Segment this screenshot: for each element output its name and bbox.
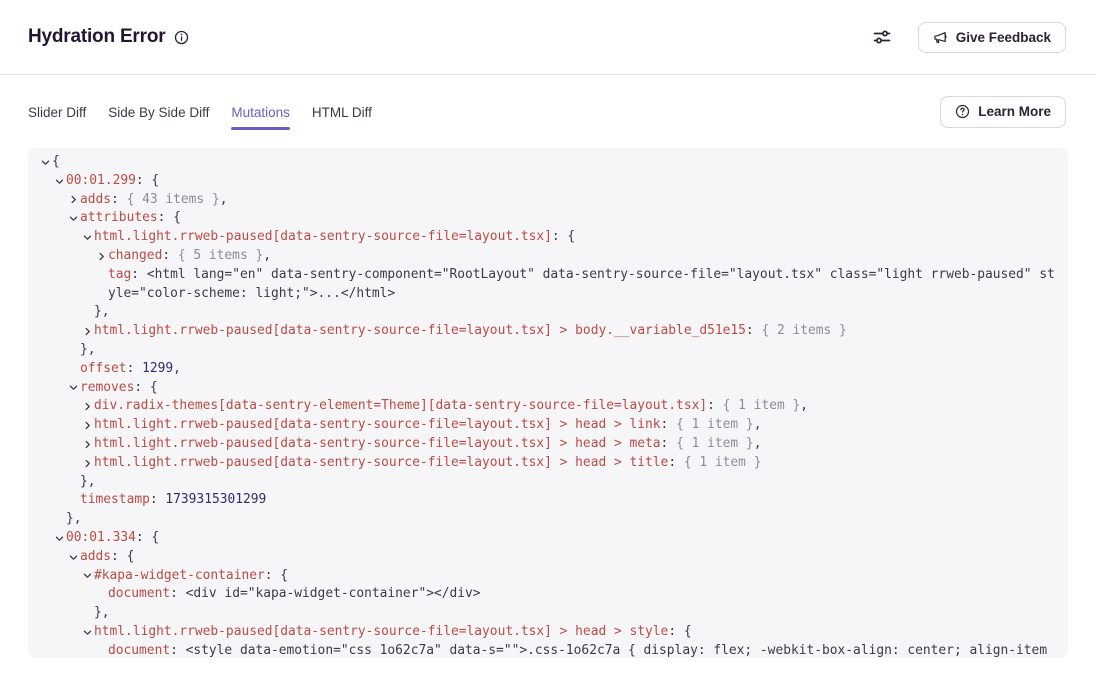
json-tree-text: offset: 1299,	[80, 360, 181, 379]
json-tree-line: adds: { 43 items },	[40, 191, 1056, 210]
chevron-down-icon[interactable]	[68, 379, 80, 398]
json-tree-line: document: <style data-emotion="css 1o62c…	[40, 642, 1056, 658]
chevron-right-icon[interactable]	[82, 397, 94, 416]
json-tree-line: html.light.rrweb-paused[data-sentry-sour…	[40, 416, 1056, 435]
info-circle-icon[interactable]	[174, 30, 189, 45]
chevron-down-icon[interactable]	[54, 529, 66, 548]
diff-tabs: Slider Diff Side By Side Diff Mutations …	[28, 75, 372, 148]
json-tree-line: timestamp: 1739315301299	[40, 491, 1056, 510]
json-tree-line: html.light.rrweb-paused[data-sentry-sour…	[40, 623, 1056, 642]
json-tree-text: 00:01.299: {	[66, 172, 159, 191]
page-title: Hydration Error	[28, 26, 165, 48]
sliders-icon[interactable]	[870, 25, 894, 49]
indent-spacer	[68, 360, 80, 379]
json-tree-text: },	[80, 341, 96, 360]
json-tree-text: removes: {	[80, 379, 158, 398]
indent-spacer	[96, 585, 108, 604]
json-tree-text: document: <style data-emotion="css 1o62c…	[108, 642, 1047, 658]
json-tree-text: timestamp: 1739315301299	[80, 491, 266, 510]
json-tree-text: html.light.rrweb-paused[data-sentry-sour…	[94, 228, 575, 247]
indent-spacer	[82, 303, 94, 322]
chevron-down-icon[interactable]	[82, 623, 94, 642]
indent-spacer	[96, 266, 108, 285]
chevron-right-icon[interactable]	[82, 454, 94, 473]
tab-mutations[interactable]: Mutations	[231, 75, 290, 148]
json-tree-line: html.light.rrweb-paused[data-sentry-sour…	[40, 454, 1056, 473]
indent-spacer	[54, 510, 66, 529]
json-tree-line: 00:01.299: {	[40, 172, 1056, 191]
json-tree-text: },	[94, 604, 110, 623]
json-tree-line: html.light.rrweb-paused[data-sentry-sour…	[40, 322, 1056, 341]
give-feedback-button[interactable]: Give Feedback	[918, 22, 1066, 53]
json-tree-line: offset: 1299,	[40, 360, 1056, 379]
json-tree-text: #kapa-widget-container: {	[94, 567, 288, 586]
json-tree-text: tag: <html lang="en" data-sentry-compone…	[108, 266, 1056, 304]
json-tree-line: },	[40, 510, 1056, 529]
indent-spacer	[96, 642, 108, 658]
json-tree-text: div.radix-themes[data-sentry-element=The…	[94, 397, 808, 416]
json-tree-line: tag: <html lang="en" data-sentry-compone…	[40, 266, 1056, 304]
json-tree-text: html.light.rrweb-paused[data-sentry-sour…	[94, 435, 761, 454]
chevron-right-icon[interactable]	[96, 247, 108, 266]
json-tree-line: },	[40, 303, 1056, 322]
give-feedback-label: Give Feedback	[956, 30, 1051, 45]
json-tree-line: #kapa-widget-container: {	[40, 567, 1056, 586]
json-tree-line: html.light.rrweb-paused[data-sentry-sour…	[40, 228, 1056, 247]
json-tree-text: changed: { 5 items },	[108, 247, 271, 266]
chevron-right-icon[interactable]	[82, 322, 94, 341]
indent-spacer	[68, 341, 80, 360]
json-tree-text: 00:01.334: {	[66, 529, 159, 548]
json-tree-line: div.radix-themes[data-sentry-element=The…	[40, 397, 1056, 416]
json-tree-text: html.light.rrweb-paused[data-sentry-sour…	[94, 623, 692, 642]
json-tree-text: attributes: {	[80, 209, 181, 228]
chevron-right-icon[interactable]	[82, 435, 94, 454]
json-tree-text: html.light.rrweb-paused[data-sentry-sour…	[94, 454, 761, 473]
json-tree-line: document: <div id="kapa-widget-container…	[40, 585, 1056, 604]
json-tree-text: adds: {	[80, 548, 134, 567]
json-tree-text: },	[66, 510, 82, 529]
chevron-down-icon[interactable]	[68, 548, 80, 567]
mutations-json-tree[interactable]: {00:01.299: {adds: { 43 items },attribut…	[28, 148, 1068, 658]
json-tree-text: },	[94, 303, 110, 322]
indent-spacer	[68, 491, 80, 510]
chevron-down-icon[interactable]	[82, 567, 94, 586]
json-tree-line: changed: { 5 items },	[40, 247, 1056, 266]
learn-more-label: Learn More	[978, 104, 1051, 119]
json-tree-text: document: <div id="kapa-widget-container…	[108, 585, 481, 604]
json-tree-text: html.light.rrweb-paused[data-sentry-sour…	[94, 322, 847, 341]
page-header: Hydration Error Gi	[0, 0, 1096, 75]
json-tree-text: {	[52, 153, 60, 172]
json-tree-line: },	[40, 473, 1056, 492]
json-tree-line: {	[40, 153, 1056, 172]
tab-html-diff[interactable]: HTML Diff	[312, 75, 372, 148]
indent-spacer	[82, 604, 94, 623]
json-tree-text: },	[80, 473, 96, 492]
indent-spacer	[68, 473, 80, 492]
question-circle-icon	[955, 104, 970, 119]
chevron-down-icon[interactable]	[54, 172, 66, 191]
json-tree-line: 00:01.334: {	[40, 529, 1056, 548]
diff-tabs-bar: Slider Diff Side By Side Diff Mutations …	[0, 75, 1096, 148]
json-tree-line: },	[40, 604, 1056, 623]
tab-side-by-side-diff[interactable]: Side By Side Diff	[108, 75, 209, 148]
json-tree-text: adds: { 43 items },	[80, 191, 227, 210]
chevron-down-icon[interactable]	[82, 228, 94, 247]
chevron-right-icon[interactable]	[82, 416, 94, 435]
json-tree-line: removes: {	[40, 379, 1056, 398]
megaphone-icon	[933, 30, 948, 45]
chevron-right-icon[interactable]	[68, 191, 80, 210]
learn-more-button[interactable]: Learn More	[940, 96, 1066, 128]
chevron-down-icon[interactable]	[40, 153, 52, 172]
json-tree-line: },	[40, 341, 1056, 360]
json-tree-line: adds: {	[40, 548, 1056, 567]
json-tree-line: attributes: {	[40, 209, 1056, 228]
json-tree-line: html.light.rrweb-paused[data-sentry-sour…	[40, 435, 1056, 454]
tab-slider-diff[interactable]: Slider Diff	[28, 75, 86, 148]
json-tree-text: html.light.rrweb-paused[data-sentry-sour…	[94, 416, 761, 435]
chevron-down-icon[interactable]	[68, 209, 80, 228]
